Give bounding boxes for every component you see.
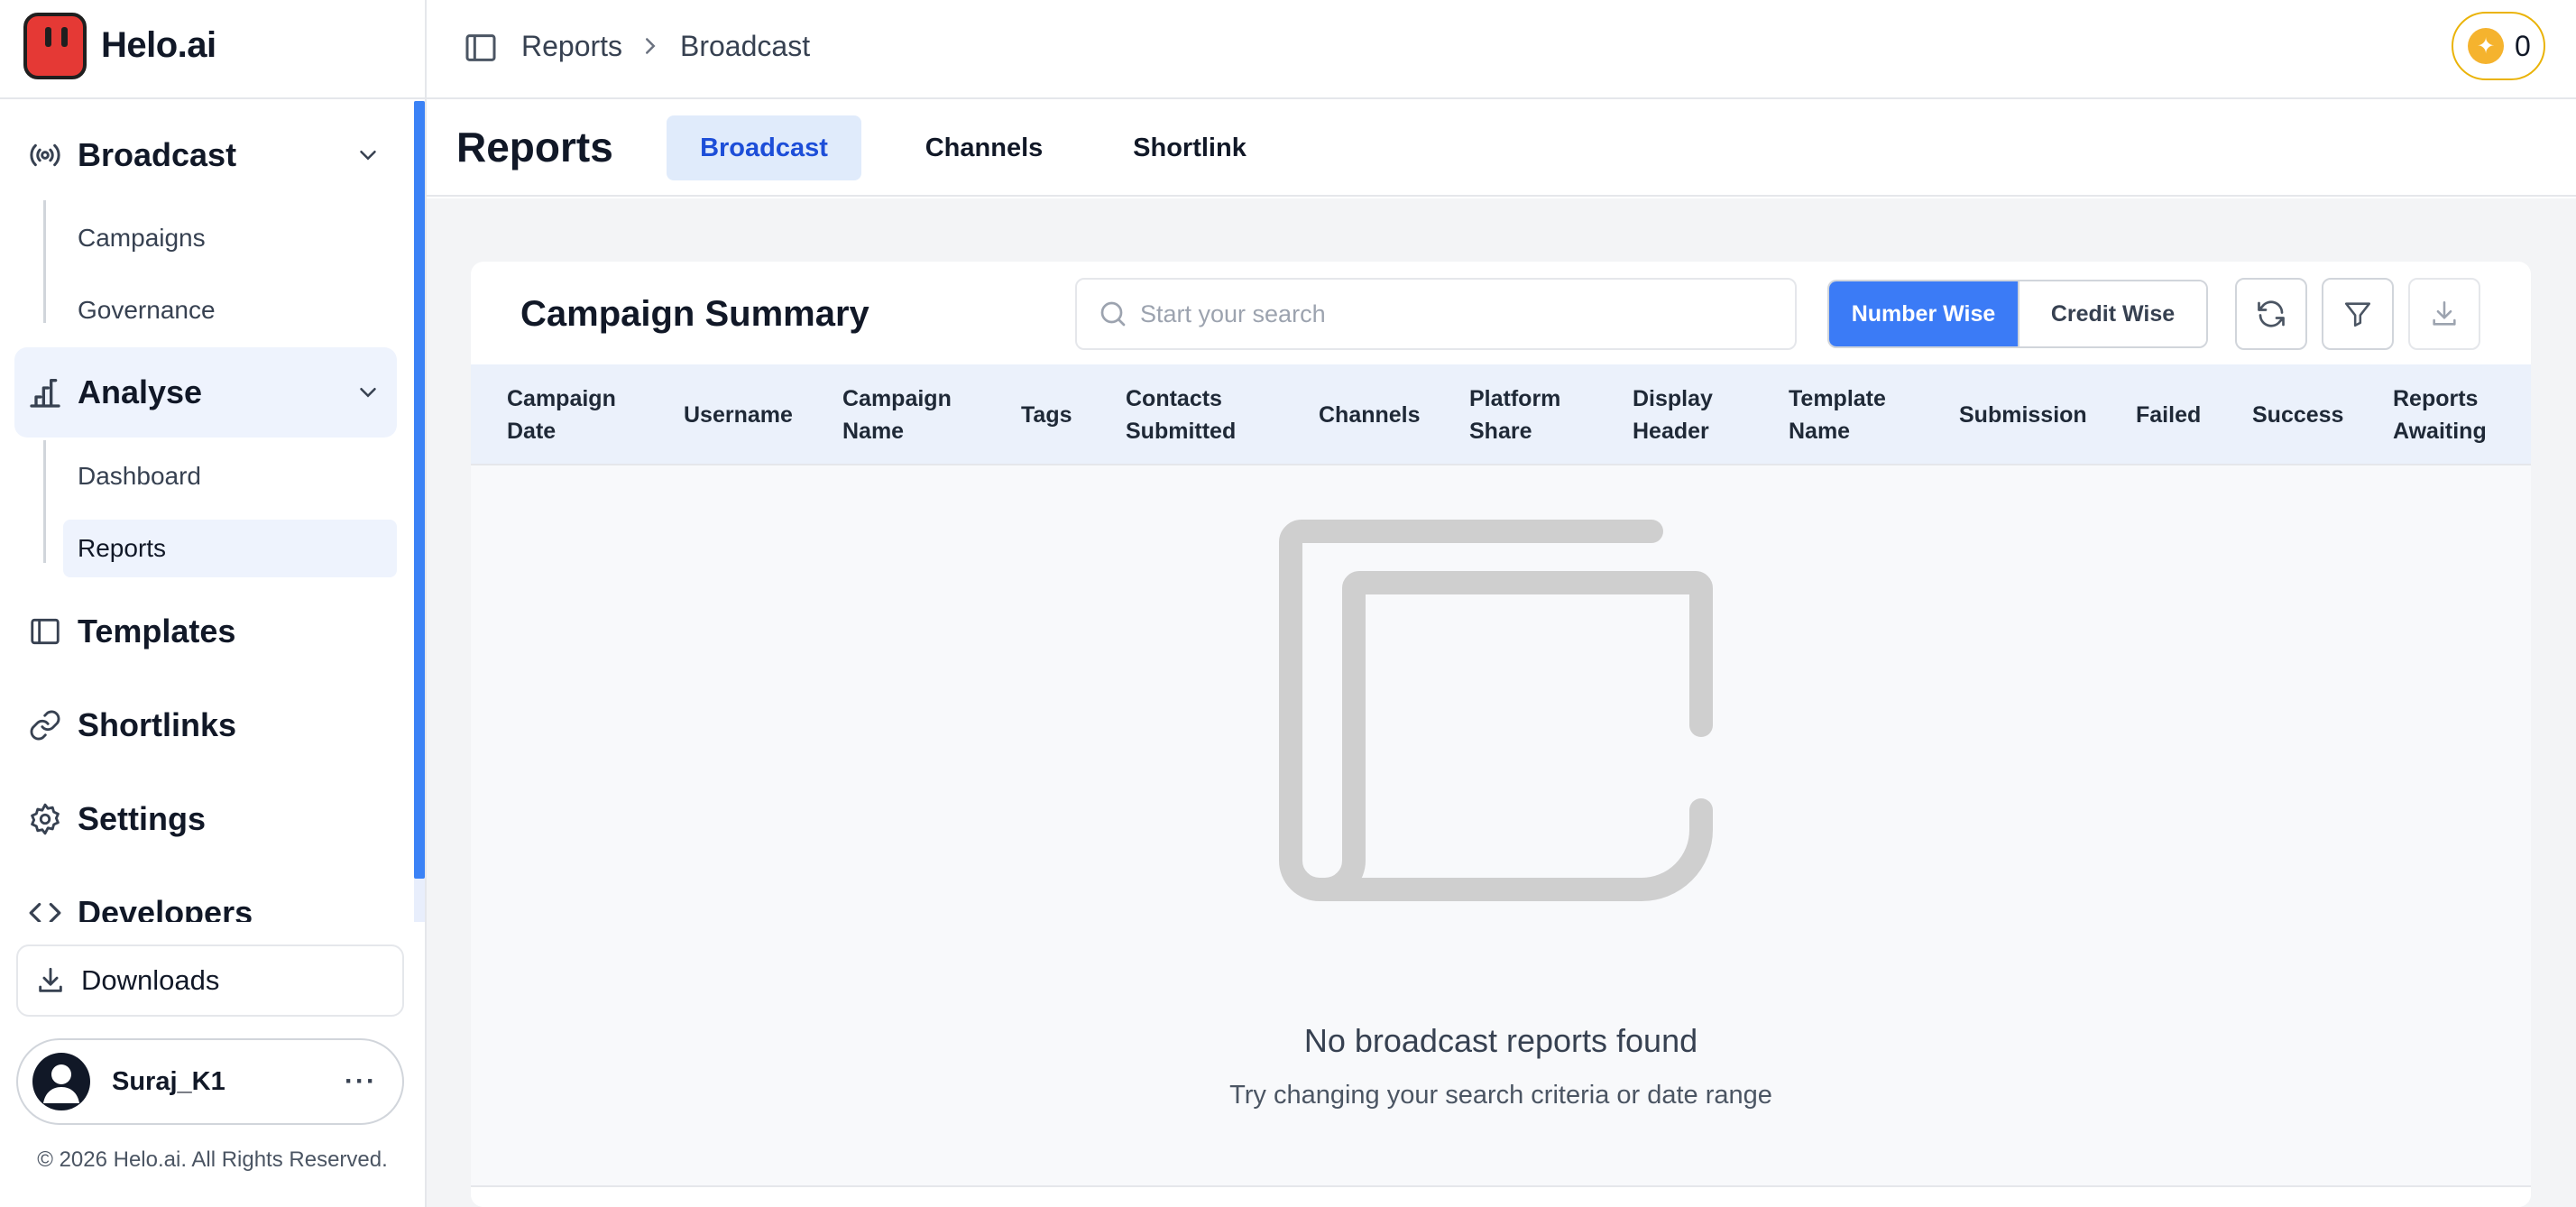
breadcrumb-reports[interactable]: Reports bbox=[521, 30, 622, 63]
sidebar-section-analyse[interactable]: Analyse bbox=[14, 347, 397, 438]
page-title: Reports bbox=[456, 124, 613, 170]
coin-icon: ✦ bbox=[2468, 28, 2504, 64]
sidebar-item-label: Settings bbox=[78, 800, 207, 837]
credits-badge[interactable]: ✦ 0 bbox=[2452, 12, 2545, 80]
export-button[interactable] bbox=[2408, 278, 2480, 350]
sidebar-item-label: Shortlinks bbox=[78, 706, 237, 743]
column-header-platform-share[interactable]: Platform Share bbox=[1469, 382, 1578, 447]
column-header-channels[interactable]: Channels bbox=[1319, 399, 1421, 431]
empty-state: No broadcast reports found Try changing … bbox=[471, 465, 2531, 1185]
chevron-right-icon bbox=[637, 31, 664, 61]
search-icon bbox=[1097, 298, 1129, 330]
helo-logo-icon bbox=[23, 13, 87, 79]
download-icon bbox=[34, 964, 67, 997]
sidebar-item-shortlinks[interactable]: Shortlinks bbox=[14, 680, 397, 770]
sidebar-item-reports[interactable]: Reports bbox=[63, 520, 397, 577]
sidebar-item-governance[interactable]: Governance bbox=[63, 281, 397, 339]
chevron-down-icon[interactable] bbox=[354, 378, 382, 407]
sidebar-scrollbar-thumb[interactable] bbox=[414, 101, 425, 879]
sidebar-item-templates[interactable]: Templates bbox=[14, 586, 397, 677]
refresh-button[interactable] bbox=[2235, 278, 2307, 350]
download-icon bbox=[2433, 300, 2456, 326]
sidebar-item-developers[interactable]: Developers bbox=[14, 868, 397, 922]
sidebar-section-label: Broadcast bbox=[78, 136, 237, 173]
downloads-button[interactable]: Downloads bbox=[16, 944, 404, 1017]
user-name: Suraj_K1 bbox=[112, 1066, 225, 1096]
broadcast-icon bbox=[27, 137, 63, 173]
copyright-text: © 2026 Helo.ai. All Rights Reserved. bbox=[37, 1147, 388, 1172]
table-header: Campaign Date Username Campaign Name Tag… bbox=[471, 364, 2531, 465]
tab-shortlink[interactable]: Shortlink bbox=[1092, 115, 1287, 180]
toggle-sidebar-icon[interactable] bbox=[463, 30, 499, 66]
tab-broadcast[interactable]: Broadcast bbox=[667, 115, 861, 180]
empty-folder-icon bbox=[1279, 520, 1713, 901]
search-input[interactable] bbox=[1140, 281, 1771, 346]
sidebar-item-dashboard[interactable]: Dashboard bbox=[63, 447, 397, 505]
sidebar-item-label: Templates bbox=[78, 613, 236, 650]
empty-state-subtitle: Try changing your search criteria or dat… bbox=[1229, 1081, 1772, 1110]
sidebar-item-campaigns[interactable]: Campaigns bbox=[63, 209, 397, 267]
campaign-summary-card: Campaign Summary Number Wise Credit Wise… bbox=[471, 262, 2531, 1207]
column-header-campaign-name[interactable]: Campaign Name bbox=[842, 382, 969, 447]
bar-chart-icon bbox=[27, 374, 63, 410]
column-header-tags[interactable]: Tags bbox=[1021, 399, 1072, 431]
column-header-campaign-date[interactable]: Campaign Date bbox=[507, 382, 642, 447]
submenu-guide-line bbox=[43, 200, 46, 323]
column-header-reports-awaiting[interactable]: Reports Awaiting bbox=[2393, 382, 2501, 447]
more-options-icon[interactable]: ··· bbox=[345, 1066, 377, 1097]
avatar bbox=[32, 1053, 90, 1110]
sidebar-item-label: Developers bbox=[78, 894, 253, 922]
sidebar-panel-icon bbox=[27, 613, 63, 650]
column-header-username[interactable]: Username bbox=[684, 399, 793, 431]
credits-value: 0 bbox=[2515, 29, 2531, 62]
column-header-display-header[interactable]: Display Header bbox=[1633, 382, 1741, 447]
user-profile-card[interactable]: Suraj_K1 ··· bbox=[16, 1038, 404, 1125]
top-bar: Reports Broadcast ✦ 0 bbox=[427, 0, 2576, 99]
tab-channels[interactable]: Channels bbox=[887, 115, 1081, 180]
number-wise-button[interactable]: Number Wise bbox=[1829, 281, 2018, 346]
breadcrumb-broadcast: Broadcast bbox=[680, 30, 811, 62]
sidebar-nav: Broadcast Campaigns Governance Analyse D… bbox=[0, 101, 425, 922]
column-header-submission[interactable]: Submission bbox=[1959, 399, 2087, 431]
submenu-guide-line bbox=[43, 440, 46, 563]
brand-name: Helo.ai bbox=[101, 25, 216, 65]
sidebar-section-broadcast[interactable]: Broadcast bbox=[14, 110, 397, 200]
credit-wise-button[interactable]: Credit Wise bbox=[2018, 281, 2206, 346]
brand-header: Helo.ai bbox=[0, 0, 425, 99]
filter-icon bbox=[2344, 302, 2371, 327]
filter-button[interactable] bbox=[2322, 278, 2394, 350]
search-field[interactable] bbox=[1075, 278, 1797, 350]
downloads-label: Downloads bbox=[81, 964, 220, 996]
column-header-contacts-submitted[interactable]: Contacts Submitted bbox=[1126, 382, 1252, 447]
chevron-down-icon[interactable] bbox=[354, 141, 382, 170]
refresh-icon bbox=[2258, 300, 2285, 327]
column-header-failed[interactable]: Failed bbox=[2136, 399, 2201, 431]
empty-state-title: No broadcast reports found bbox=[1303, 1022, 1698, 1059]
gear-icon bbox=[27, 801, 63, 837]
card-title: Campaign Summary bbox=[520, 294, 869, 334]
table-footer bbox=[471, 1185, 2531, 1207]
code-icon bbox=[27, 895, 63, 922]
view-mode-toggle: Number Wise Credit Wise bbox=[1827, 280, 2208, 348]
sidebar: Helo.ai Broadcast Campaigns Governance A… bbox=[0, 0, 427, 1207]
link-icon bbox=[27, 707, 63, 743]
sidebar-item-settings[interactable]: Settings bbox=[14, 774, 397, 864]
column-header-template-name[interactable]: Template Name bbox=[1789, 382, 1906, 447]
reports-header: Reports Broadcast Channels Shortlink bbox=[427, 101, 2576, 197]
column-header-success[interactable]: Success bbox=[2252, 399, 2343, 431]
sidebar-section-label: Analyse bbox=[78, 373, 203, 410]
